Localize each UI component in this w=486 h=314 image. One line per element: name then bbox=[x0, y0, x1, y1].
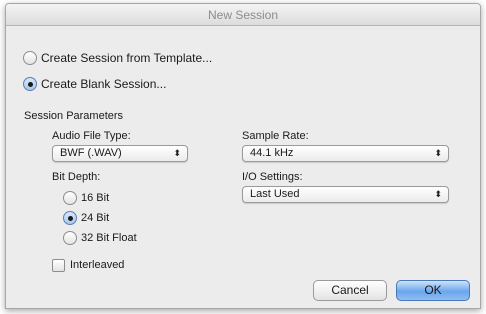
interleaved-checkbox[interactable] bbox=[52, 259, 65, 272]
interleaved-label[interactable]: Interleaved bbox=[70, 259, 124, 271]
bit-depth-16-radio[interactable] bbox=[63, 191, 77, 205]
new-session-dialog: New Session Create Session from Template… bbox=[5, 3, 481, 309]
blank-session-radio[interactable] bbox=[23, 77, 37, 91]
from-template-radio[interactable] bbox=[23, 51, 37, 65]
popup-arrows-icon: ⬍ bbox=[434, 189, 442, 199]
session-parameters-heading: Session Parameters bbox=[24, 110, 124, 122]
popup-arrows-icon: ⬍ bbox=[434, 148, 442, 158]
bit-depth-24-label[interactable]: 24 Bit bbox=[81, 212, 109, 224]
bit-depth-32-float-radio[interactable] bbox=[63, 231, 77, 245]
bit-depth-16-label[interactable]: 16 Bit bbox=[81, 192, 109, 204]
ok-button[interactable]: OK bbox=[396, 280, 470, 301]
io-settings-value: Last Used bbox=[250, 188, 300, 200]
audio-file-type-value: BWF (.WAV) bbox=[60, 147, 122, 159]
blank-session-label[interactable]: Create Blank Session... bbox=[41, 77, 166, 91]
bit-depth-32-float-label[interactable]: 32 Bit Float bbox=[81, 232, 137, 244]
cancel-button[interactable]: Cancel bbox=[313, 280, 387, 301]
radio-selected-dot bbox=[67, 215, 73, 221]
radio-selected-dot bbox=[27, 81, 33, 87]
io-settings-label: I/O Settings: bbox=[242, 171, 303, 183]
io-settings-popup[interactable]: Last Used ⬍ bbox=[242, 186, 449, 203]
bit-depth-24-radio[interactable] bbox=[63, 211, 77, 225]
sample-rate-label: Sample Rate: bbox=[242, 130, 309, 142]
popup-arrows-icon: ⬍ bbox=[173, 148, 181, 158]
bit-depth-label: Bit Depth: bbox=[52, 171, 101, 183]
audio-file-type-label: Audio File Type: bbox=[52, 130, 131, 142]
audio-file-type-popup[interactable]: BWF (.WAV) ⬍ bbox=[52, 145, 188, 162]
sample-rate-popup[interactable]: 44.1 kHz ⬍ bbox=[242, 145, 449, 162]
window-title: New Session bbox=[6, 4, 480, 26]
from-template-label[interactable]: Create Session from Template... bbox=[41, 51, 212, 65]
sample-rate-value: 44.1 kHz bbox=[250, 147, 294, 159]
